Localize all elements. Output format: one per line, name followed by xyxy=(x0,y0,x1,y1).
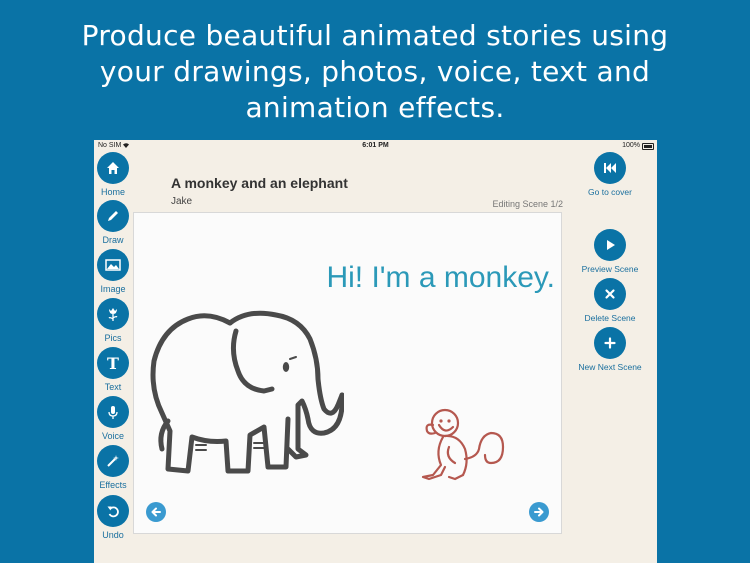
scene-text[interactable]: Hi! I'm a monkey. xyxy=(326,261,555,295)
headline-line-3: animation effects. xyxy=(245,91,505,124)
image-label: Image xyxy=(100,284,126,294)
story-author[interactable]: Jake xyxy=(171,196,192,207)
go-to-cover-label: Go to cover xyxy=(588,187,632,197)
next-scene-button[interactable] xyxy=(529,502,549,522)
headline-line-2: your drawings, photos, voice, text and xyxy=(99,55,651,88)
go-to-cover-button[interactable]: Go to cover xyxy=(565,152,655,197)
skip-back-icon xyxy=(594,152,626,184)
arrow-right-icon xyxy=(534,507,544,517)
tulip-icon xyxy=(97,298,129,330)
home-label: Home xyxy=(100,187,125,197)
pics-button[interactable]: Pics xyxy=(94,298,133,343)
story-title[interactable]: A monkey and an elephant xyxy=(171,175,348,191)
undo-button[interactable]: Undo xyxy=(94,495,133,540)
pics-label: Pics xyxy=(104,333,122,343)
battery-icon xyxy=(642,143,654,150)
draw-label: Draw xyxy=(102,235,124,245)
plus-icon xyxy=(594,327,626,359)
text-icon: T xyxy=(97,347,129,379)
scene-canvas[interactable]: Hi! I'm a monkey. xyxy=(133,212,562,534)
previous-scene-button[interactable] xyxy=(146,502,166,522)
voice-label: Voice xyxy=(101,431,125,441)
new-next-scene-label: New Next Scene xyxy=(578,362,642,372)
pencil-icon xyxy=(97,200,129,232)
arrow-left-icon xyxy=(151,507,161,517)
delete-scene-label: Delete Scene xyxy=(584,313,636,323)
headline-line-1: Produce beautiful animated stories using xyxy=(81,19,669,52)
editing-status: Editing Scene 1/2 xyxy=(492,199,563,209)
magic-wand-icon xyxy=(97,445,129,477)
new-next-scene-button[interactable]: New Next Scene xyxy=(565,327,655,372)
ipad-screen: No SIM 6:01 PM 100% Home Draw Image Pics xyxy=(94,140,657,563)
close-icon xyxy=(594,278,626,310)
promo-headline: Produce beautiful animated stories using… xyxy=(0,18,750,126)
undo-icon xyxy=(97,495,129,527)
preview-scene-label: Preview Scene xyxy=(581,264,639,274)
text-button[interactable]: T Text xyxy=(94,347,133,392)
effects-label: Effects xyxy=(99,480,127,490)
draw-button[interactable]: Draw xyxy=(94,200,133,245)
play-icon xyxy=(594,229,626,261)
home-button[interactable]: Home xyxy=(94,152,133,197)
microphone-icon xyxy=(97,396,129,428)
monkey-drawing[interactable] xyxy=(419,405,507,485)
image-button[interactable]: Image xyxy=(94,249,133,294)
image-icon xyxy=(97,249,129,281)
battery-percent: 100% xyxy=(622,142,640,149)
home-icon xyxy=(97,152,129,184)
effects-button[interactable]: Effects xyxy=(94,445,133,490)
preview-scene-button[interactable]: Preview Scene xyxy=(565,229,655,274)
voice-button[interactable]: Voice xyxy=(94,396,133,441)
elephant-drawing[interactable] xyxy=(148,309,344,481)
status-time: 6:01 PM xyxy=(362,142,389,149)
undo-label: Undo xyxy=(102,530,124,540)
text-label: Text xyxy=(104,382,122,392)
delete-scene-button[interactable]: Delete Scene xyxy=(565,278,655,323)
